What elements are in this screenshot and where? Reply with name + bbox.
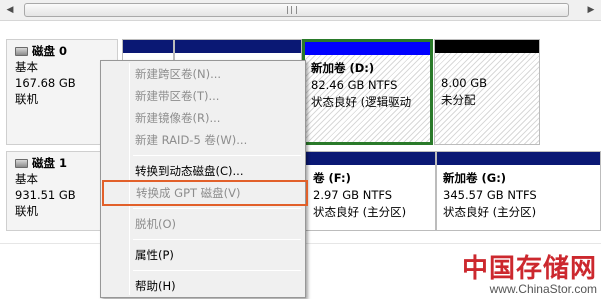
watermark-logo: 中国存储网 [461,254,597,284]
partition-g-name: 新加卷 (G:) [443,171,507,185]
menu-separator [133,270,301,271]
menu-separator [133,155,301,156]
scrollbar-grip-icon [287,6,297,14]
context-menu: 新建跨区卷(N)... 新建带区卷(T)... 新建镜像卷(R)... 新建 R… [100,60,308,298]
menu-new-mirrored-volume[interactable]: 新建镜像卷(R)... [103,107,303,129]
menu-new-raid5-volume[interactable]: 新建 RAID-5 卷(W)... [103,129,303,151]
scroll-right-arrow-icon[interactable]: ▶ [583,2,599,18]
menu-help[interactable]: 帮助(H) [103,275,303,297]
menu-new-striped-volume[interactable]: 新建带区卷(T)... [103,85,303,107]
partition-f-name: 卷 (F:) [313,171,351,185]
partition-f-status: 状态良好 (主分区) [313,205,407,219]
disk-0-unallocated[interactable]: 8.00 GB 未分配 [434,39,540,145]
unallocated-status: 未分配 [441,93,476,107]
disk-1-title: 磁盘 1 [32,156,68,170]
menu-separator [133,208,301,209]
disk-icon [15,46,28,56]
scroll-left-arrow-icon[interactable]: ◀ [2,2,18,18]
partition-g-size: 345.57 GB NTFS [443,188,537,202]
partition-g-status: 状态良好 (主分区) [443,205,537,219]
menu-convert-to-dynamic-disk[interactable]: 转换到动态磁盘(C)... [103,160,303,182]
menu-properties[interactable]: 属性(P) [103,244,303,266]
menu-separator [133,239,301,240]
partition-d-size: 82.46 GB NTFS [311,78,398,92]
disk-icon [15,158,28,168]
disk-0-title: 磁盘 0 [32,44,68,58]
watermark: 中国存储网 www.ChinaStor.com [462,255,597,296]
disk-1-partition-g[interactable]: 新加卷 (G:) 345.57 GB NTFS 状态良好 (主分区) [436,151,601,231]
partition-f-size: 2.97 GB NTFS [313,188,393,202]
menu-convert-to-gpt-disk[interactable]: 转换成 GPT 磁盘(V) [102,180,308,206]
partition-d-name: 新加卷 (D:) [311,61,375,75]
scrollbar-thumb[interactable] [24,3,569,17]
disk-0-partition-d[interactable]: 新加卷 (D:) 82.46 GB NTFS 状态良好 (逻辑驱动 [302,39,433,145]
menu-new-spanned-volume[interactable]: 新建跨区卷(N)... [103,63,303,85]
horizontal-scrollbar[interactable]: ◀ ▶ [0,0,601,21]
unallocated-size: 8.00 GB [441,76,488,90]
menu-offline[interactable]: 脱机(O) [103,213,303,235]
watermark-url: www.ChinaStor.com [489,282,597,296]
partition-d-status: 状态良好 (逻辑驱动 [311,95,412,109]
